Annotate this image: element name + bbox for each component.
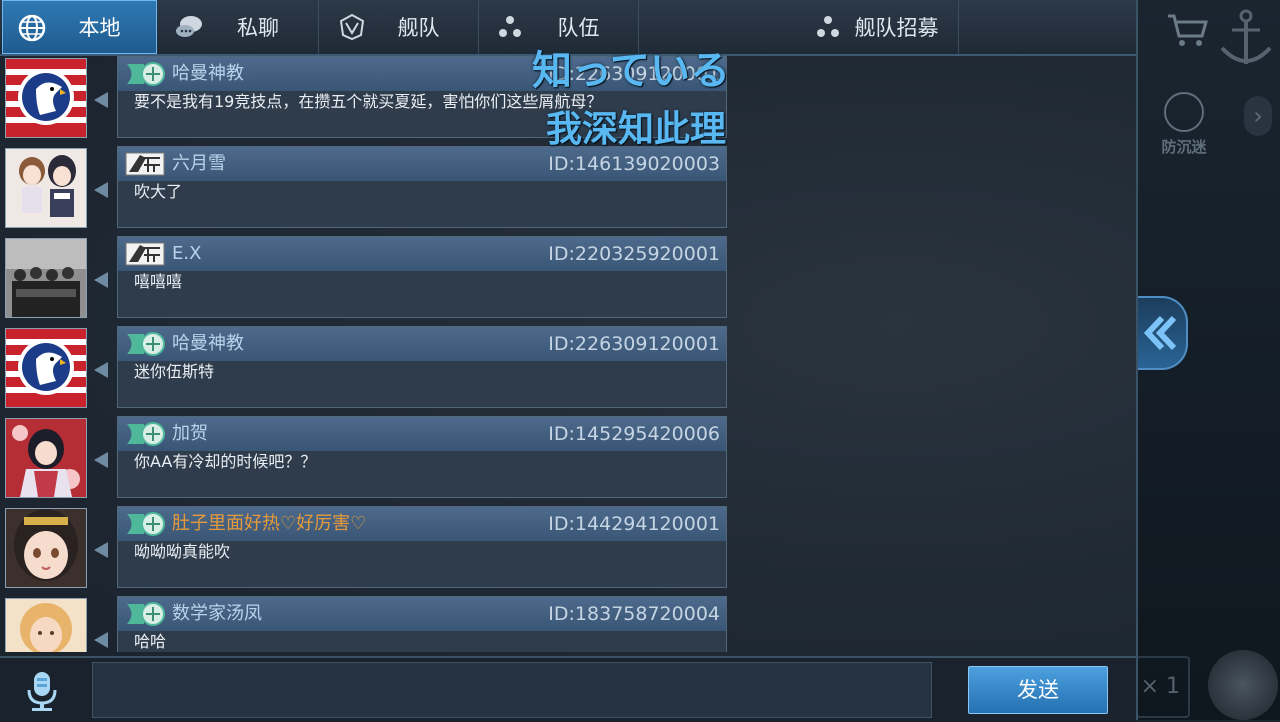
- sender-name[interactable]: 数学家汤凤: [172, 601, 262, 627]
- expand-panel-button[interactable]: [1138, 296, 1188, 370]
- message-header: 肚子里面好热♡好厉害♡ ID:144294120001: [118, 507, 726, 541]
- chat-message: 加贺 ID:145295420006 你AA有冷却的时候吧？？: [0, 416, 730, 498]
- message-text: 呦呦呦真能吹: [134, 542, 231, 561]
- eagle-flag-avatar[interactable]: [5, 58, 87, 138]
- tab-local[interactable]: 本地: [2, 0, 157, 54]
- message-header: E.X ID:220325920001: [118, 237, 726, 271]
- message-bubble[interactable]: 加贺 ID:145295420006 你AA有冷却的时候吧？？: [117, 416, 727, 498]
- message-header: 加贺 ID:145295420006: [118, 417, 726, 451]
- chat-panel: 本地 私聊 舰队 队伍 舰队招募 哈曼神教 ID:226309120001 要不…: [0, 0, 1138, 722]
- message-bubble[interactable]: 肚子里面好热♡好厉害♡ ID:144294120001 呦呦呦真能吹: [117, 506, 727, 588]
- message-bubble[interactable]: 哈曼神教 ID:226309120001 迷你伍斯特: [117, 326, 727, 408]
- bubble-pointer: [94, 362, 108, 378]
- item-count: × 1: [1136, 656, 1190, 718]
- message-text: 吹大了: [134, 182, 183, 201]
- chat-input-bar: 发送: [0, 656, 1136, 722]
- tab-fleet-label: 舰队: [397, 16, 440, 40]
- fleet-emblem-icon: [339, 13, 365, 41]
- anti-addiction-button[interactable]: 防沉迷: [1154, 92, 1214, 156]
- bubble-pointer: [94, 272, 108, 288]
- green-emblem-icon: [127, 62, 165, 86]
- white-wing-emblem-icon: [125, 152, 165, 176]
- message-text: 你AA有冷却的时候吧？？: [134, 452, 317, 471]
- sender-id: ID:144294120001: [548, 513, 720, 535]
- chat-message: E.X ID:220325920001 嘻嘻嘻: [0, 236, 730, 318]
- anti-addiction-label: 防沉迷: [1161, 138, 1207, 156]
- team-dots-icon: [499, 16, 521, 37]
- chevron-right-icon[interactable]: ›: [1244, 96, 1272, 136]
- shop-cart-icon[interactable]: [1166, 10, 1208, 50]
- message-text: 迷你伍斯特: [134, 362, 215, 381]
- chat-message: 哈曼神教 ID:226309120001 迷你伍斯特: [0, 326, 730, 408]
- message-bubble[interactable]: 六月雪 ID:146139020003 吹大了: [117, 146, 727, 228]
- sender-name[interactable]: 加贺: [172, 421, 208, 447]
- message-text: 嘻嘻嘻: [134, 272, 183, 291]
- anchor-icon[interactable]: [1216, 6, 1276, 66]
- chat-message: 数学家汤凤 ID:183758720004 哈哈: [0, 596, 730, 652]
- tab-fleet-recruit-label: 舰队招募: [854, 16, 939, 40]
- message-header: 六月雪 ID:146139020003: [118, 147, 726, 181]
- green-emblem-icon: [127, 332, 165, 356]
- subtitle-overlay-line1: 知っている: [532, 48, 730, 94]
- chat-bubbles-icon: [176, 16, 202, 37]
- chat-input[interactable]: [92, 662, 932, 718]
- blonde-girl-avatar[interactable]: [5, 598, 87, 652]
- commander-avatar[interactable]: [1208, 650, 1278, 720]
- green-emblem-icon: [127, 512, 165, 536]
- message-bubble[interactable]: E.X ID:220325920001 嘻嘻嘻: [117, 236, 727, 318]
- sender-id: ID:220325920001: [548, 243, 720, 265]
- sender-name[interactable]: 肚子里面好热♡好厉害♡: [172, 511, 366, 537]
- chat-message: 六月雪 ID:146139020003 吹大了: [0, 146, 730, 228]
- sender-name[interactable]: 六月雪: [172, 151, 226, 177]
- green-emblem-icon: [127, 422, 165, 446]
- subtitle-overlay-line2: 我深知此理: [546, 109, 727, 150]
- anime-girls-avatar[interactable]: [5, 148, 87, 228]
- tab-private-chat[interactable]: 私聊: [158, 0, 319, 54]
- tab-private-chat-label: 私聊: [237, 16, 279, 40]
- anime-face-avatar[interactable]: [5, 508, 87, 588]
- sender-id: ID:145295420006: [548, 423, 720, 445]
- bubble-pointer: [94, 452, 108, 468]
- message-text: 哈哈: [134, 632, 167, 651]
- double-chevron-left-icon: [1143, 315, 1177, 351]
- user-shield-icon: [1164, 92, 1204, 132]
- bubble-pointer: [94, 632, 108, 648]
- team-dots-icon: [817, 16, 839, 37]
- old-photo-avatar[interactable]: [5, 238, 87, 318]
- eagle-flag-avatar[interactable]: [5, 328, 87, 408]
- message-header: 数学家汤凤 ID:183758720004: [118, 597, 726, 631]
- tab-local-label: 本地: [78, 16, 121, 40]
- microphone-icon[interactable]: [18, 666, 66, 714]
- bubble-pointer: [94, 92, 108, 108]
- sender-id: ID:146139020003: [548, 153, 720, 175]
- sender-name[interactable]: E.X: [172, 241, 201, 267]
- bubble-pointer: [94, 182, 108, 198]
- white-wing-emblem-icon: [125, 242, 165, 266]
- message-bubble[interactable]: 数学家汤凤 ID:183758720004 哈哈: [117, 596, 727, 652]
- bubble-pointer: [94, 542, 108, 558]
- globe-icon: [18, 14, 46, 42]
- sender-id: ID:183758720004: [548, 603, 720, 625]
- tab-fleet[interactable]: 舰队: [319, 0, 479, 54]
- sender-name[interactable]: 哈曼神教: [172, 331, 244, 357]
- sender-id: ID:226309120001: [548, 333, 720, 355]
- kimono-girl-avatar[interactable]: [5, 418, 87, 498]
- chat-message: 肚子里面好热♡好厉害♡ ID:144294120001 呦呦呦真能吹: [0, 506, 730, 588]
- green-emblem-icon: [127, 602, 165, 626]
- message-header: 哈曼神教 ID:226309120001: [118, 327, 726, 361]
- sender-name[interactable]: 哈曼神教: [172, 61, 244, 87]
- send-button[interactable]: 发送: [968, 666, 1108, 714]
